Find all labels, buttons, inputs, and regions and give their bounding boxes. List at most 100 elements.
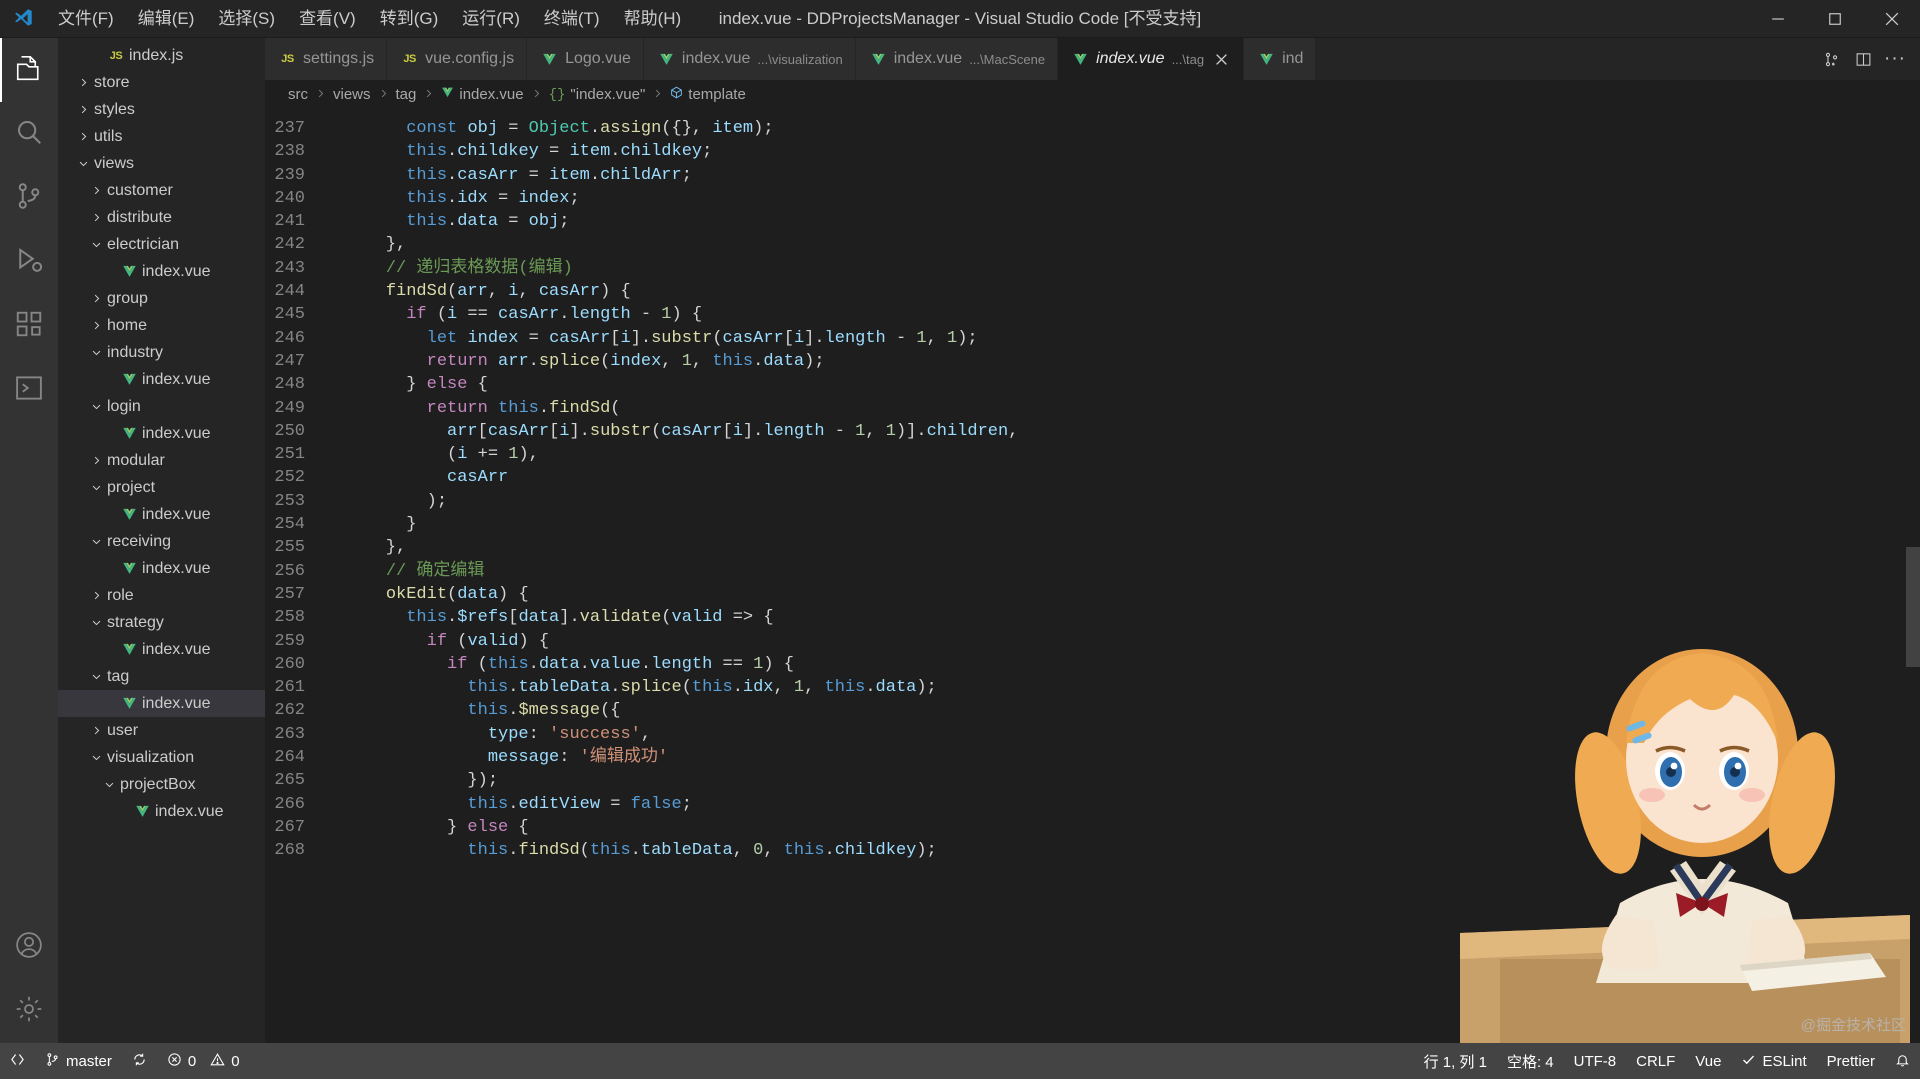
tree-folder-tag[interactable]: tag <box>58 663 265 690</box>
status-language-mode[interactable]: Vue <box>1685 1043 1731 1079</box>
breadcrumb-item-2[interactable]: tag <box>393 86 420 103</box>
activity-item-explorer[interactable] <box>0 38 58 102</box>
code-line[interactable]: this.childkey = item.childkey; <box>345 140 1920 163</box>
close-icon[interactable] <box>1863 0 1920 38</box>
editor-tab-4[interactable]: index.vue ...\MacScene <box>855 38 1059 80</box>
activity-item-run-and-debug[interactable] <box>0 230 58 294</box>
minimize-icon[interactable] <box>1749 0 1806 38</box>
code-line[interactable]: type: 'success', <box>345 723 1920 746</box>
menu-help[interactable]: 帮助(H) <box>612 0 694 38</box>
editor-tabs[interactable]: JS settings.js JS vue.config.js Logo.vue inde… <box>265 38 1806 80</box>
code-line[interactable]: this.editView = false; <box>345 793 1920 816</box>
split-editor-icon[interactable] <box>1848 42 1878 76</box>
code-line[interactable]: this.tableData.splice(this.idx, 1, this.… <box>345 676 1920 699</box>
code-line[interactable]: } else { <box>345 816 1920 839</box>
tree-file-index-vue[interactable]: index.vue <box>58 798 265 825</box>
status-notifications[interactable] <box>1885 1043 1920 1079</box>
status-problems[interactable]: 0 0 <box>157 1043 250 1079</box>
code-line[interactable]: }); <box>345 769 1920 792</box>
explorer-tree[interactable]: JS index.js store styles utils views customer d… <box>58 38 265 825</box>
code-line[interactable]: // 确定编辑 <box>345 560 1920 583</box>
status-prettier[interactable]: Prettier <box>1817 1043 1885 1079</box>
code-line[interactable]: this.casArr = item.childArr; <box>345 164 1920 187</box>
tree-file-index-vue[interactable]: index.vue <box>58 555 265 582</box>
tree-folder-project[interactable]: project <box>58 474 265 501</box>
code-line[interactable]: } else { <box>345 373 1920 396</box>
code-line[interactable]: this.idx = index; <box>345 187 1920 210</box>
tree-folder-industry[interactable]: industry <box>58 339 265 366</box>
breadcrumb[interactable]: src views tag index.vue {} "index.vue" templat… <box>265 80 1920 109</box>
code-line[interactable]: this.$message({ <box>345 699 1920 722</box>
menu-file[interactable]: 文件(F) <box>46 0 126 38</box>
code-line[interactable]: return this.findSd( <box>345 397 1920 420</box>
status-eslint[interactable]: ESLint <box>1731 1043 1816 1079</box>
menu-view[interactable]: 查看(V) <box>287 0 368 38</box>
tab-close-icon[interactable] <box>1211 49 1231 69</box>
tree-folder-home[interactable]: home <box>58 312 265 339</box>
tree-folder-login[interactable]: login <box>58 393 265 420</box>
activity-item-extensions[interactable] <box>0 294 58 358</box>
tree-folder-projectbox[interactable]: projectBox <box>58 771 265 798</box>
code-line[interactable]: this.$refs[data].validate(valid => { <box>345 606 1920 629</box>
activity-item-remote-explorer[interactable] <box>0 358 58 422</box>
editor-tab-1[interactable]: JS vue.config.js <box>387 38 528 80</box>
code-line[interactable]: }, <box>345 233 1920 256</box>
code-line[interactable]: this.data = obj; <box>345 210 1920 233</box>
editor-tab-5[interactable]: index.vue ...\tag <box>1058 38 1245 80</box>
status-git-branch[interactable]: master <box>35 1043 122 1079</box>
code-line[interactable]: } <box>345 513 1920 536</box>
code-line[interactable]: if (valid) { <box>345 630 1920 653</box>
code-line[interactable]: if (i == casArr.length - 1) { <box>345 303 1920 326</box>
tree-file-index-vue[interactable]: index.vue <box>58 366 265 393</box>
menu-selection[interactable]: 选择(S) <box>206 0 287 38</box>
code-line[interactable]: if (this.data.value.length == 1) { <box>345 653 1920 676</box>
tree-folder-styles[interactable]: styles <box>58 96 265 123</box>
breadcrumb-item-5[interactable]: template <box>667 86 749 103</box>
code-line[interactable]: message: '编辑成功' <box>345 746 1920 769</box>
editor-tab-6[interactable]: ind <box>1244 38 1317 80</box>
tree-file-index-vue[interactable]: index.vue <box>58 420 265 447</box>
ellipsis-icon[interactable]: ··· <box>1880 42 1910 76</box>
tree-folder-distribute[interactable]: distribute <box>58 204 265 231</box>
tree-folder-role[interactable]: role <box>58 582 265 609</box>
tree-folder-views[interactable]: views <box>58 150 265 177</box>
editor-vertical-scrollbar[interactable] <box>1906 547 1920 667</box>
tree-folder-visualization[interactable]: visualization <box>58 744 265 771</box>
code-line[interactable]: arr[casArr[i].substr(casArr[i].length - … <box>345 420 1920 443</box>
code-line[interactable]: let index = casArr[i].substr(casArr[i].l… <box>345 327 1920 350</box>
breadcrumb-item-4[interactable]: {} "index.vue" <box>546 86 649 103</box>
tree-file-index-vue[interactable]: index.vue <box>58 690 265 717</box>
status-eol[interactable]: CRLF <box>1626 1043 1685 1079</box>
breadcrumb-item-1[interactable]: views <box>330 86 374 103</box>
tree-file-index-vue[interactable]: index.vue <box>58 258 265 285</box>
code-content[interactable]: const obj = Object.assign({}, item); thi… <box>327 109 1920 1043</box>
activity-item-accounts[interactable] <box>0 915 58 979</box>
tree-folder-electrician[interactable]: electrician <box>58 231 265 258</box>
tree-folder-utils[interactable]: utils <box>58 123 265 150</box>
tree-folder-strategy[interactable]: strategy <box>58 609 265 636</box>
editor-tab-3[interactable]: index.vue ...\visualization <box>643 38 856 80</box>
code-line[interactable]: casArr <box>345 466 1920 489</box>
code-editor[interactable]: 237 238 239 240 241 242 243 244 245 246 247 248 249 2… <box>265 109 1920 1043</box>
activity-item-manage[interactable] <box>0 979 58 1043</box>
menu-edit[interactable]: 编辑(E) <box>126 0 207 38</box>
code-line[interactable]: (i += 1), <box>345 443 1920 466</box>
code-line[interactable]: return arr.splice(index, 1, this.data); <box>345 350 1920 373</box>
activity-item-source-control[interactable] <box>0 166 58 230</box>
maximize-icon[interactable] <box>1806 0 1863 38</box>
status-remote-indicator[interactable] <box>0 1043 35 1079</box>
tree-folder-receiving[interactable]: receiving <box>58 528 265 555</box>
compare-icon[interactable] <box>1816 42 1846 76</box>
code-line[interactable]: const obj = Object.assign({}, item); <box>345 117 1920 140</box>
tree-folder-group[interactable]: group <box>58 285 265 312</box>
code-line[interactable]: ); <box>345 490 1920 513</box>
status-indentation[interactable]: 空格: 4 <box>1497 1043 1564 1079</box>
tree-folder-store[interactable]: store <box>58 69 265 96</box>
tree-folder-modular[interactable]: modular <box>58 447 265 474</box>
status-sync-changes[interactable] <box>122 1043 157 1079</box>
code-line[interactable]: findSd(arr, i, casArr) { <box>345 280 1920 303</box>
code-line[interactable]: okEdit(data) { <box>345 583 1920 606</box>
status-encoding[interactable]: UTF-8 <box>1564 1043 1627 1079</box>
code-line[interactable]: // 递归表格数据(编辑) <box>345 257 1920 280</box>
code-line[interactable]: }, <box>345 536 1920 559</box>
